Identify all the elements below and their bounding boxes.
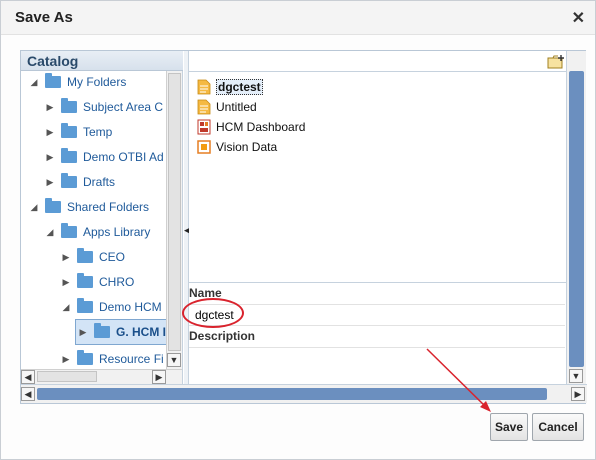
tree-item-label: Shared Folders bbox=[67, 200, 150, 214]
tree-item-temp[interactable]: ▶ Temp bbox=[43, 121, 112, 143]
file-list: dgctest Untitled HCM Dashboard Vision Da… bbox=[189, 71, 566, 283]
tree-item-chro[interactable]: ▶ CHRO bbox=[59, 271, 134, 293]
tree-item-label: Apps Library bbox=[83, 225, 151, 239]
expanded-icon[interactable]: ◢ bbox=[27, 202, 41, 213]
list-item[interactable]: HCM Dashboard bbox=[197, 118, 305, 136]
catalog-pane: Catalog ◢ My Folders ▶ Subject Area C ▶ … bbox=[21, 51, 183, 384]
folder-icon bbox=[61, 123, 77, 138]
tree-item-shared-folders[interactable]: ◢ Shared Folders bbox=[27, 196, 149, 218]
collapsed-icon[interactable]: ▶ bbox=[59, 277, 73, 288]
scroll-up-icon[interactable] bbox=[569, 53, 583, 67]
scroll-left-icon[interactable]: ◀ bbox=[21, 387, 35, 401]
scroll-left-icon[interactable]: ◀ bbox=[21, 370, 35, 384]
dialog-title: Save As bbox=[15, 9, 73, 26]
tree-horizontal-scrollbar[interactable]: ◀ ▶ bbox=[21, 369, 182, 384]
save-as-dialog: Save As ✕ Catalog ◢ My Folders ▶ Subject… bbox=[0, 0, 596, 460]
catalog-tree: ◢ My Folders ▶ Subject Area C ▶ Temp ▶ D… bbox=[21, 71, 166, 369]
tree-item-drafts[interactable]: ▶ Drafts bbox=[43, 171, 115, 193]
scroll-thumb[interactable] bbox=[37, 388, 547, 400]
scroll-down-icon[interactable]: ▼ bbox=[569, 369, 583, 383]
content-horizontal-scrollbar[interactable]: ◀ ▶ bbox=[21, 384, 587, 403]
save-panel: Catalog ◢ My Folders ▶ Subject Area C ▶ … bbox=[20, 50, 587, 404]
folder-icon bbox=[94, 323, 110, 338]
collapsed-icon[interactable]: ▶ bbox=[43, 127, 57, 138]
tree-item-my-folders[interactable]: ◢ My Folders bbox=[27, 71, 126, 93]
tree-item-label: Demo OTBI Ad bbox=[83, 150, 164, 164]
cancel-button[interactable]: Cancel bbox=[532, 413, 584, 441]
list-item[interactable]: Vision Data bbox=[197, 138, 277, 156]
tree-item-ceo[interactable]: ▶ CEO bbox=[59, 246, 125, 268]
tree-item-apps-library[interactable]: ◢ Apps Library bbox=[43, 221, 150, 243]
tree-item-label: CHRO bbox=[99, 275, 135, 289]
collapsed-icon[interactable]: ▶ bbox=[59, 354, 73, 365]
file-name: Vision Data bbox=[216, 140, 278, 154]
scroll-thumb[interactable] bbox=[168, 73, 181, 351]
file-name: HCM Dashboard bbox=[216, 120, 306, 134]
tree-item-demo-otbi[interactable]: ▶ Demo OTBI Ad bbox=[43, 146, 164, 168]
scroll-thumb[interactable] bbox=[569, 71, 584, 367]
tree-item-label: Demo HCM bbox=[99, 300, 162, 314]
tree-item-resource[interactable]: ▶ Resource Fi bbox=[59, 348, 164, 369]
name-field[interactable] bbox=[189, 304, 565, 326]
folder-icon bbox=[77, 273, 93, 288]
dialog-titlebar: Save As ✕ bbox=[1, 1, 595, 35]
tree-item-label: Drafts bbox=[83, 175, 116, 189]
expanded-icon[interactable]: ◢ bbox=[27, 77, 41, 88]
data-model-icon bbox=[197, 140, 211, 154]
scroll-thumb[interactable] bbox=[37, 371, 97, 382]
name-label: Name bbox=[189, 286, 222, 300]
expanded-icon[interactable]: ◢ bbox=[59, 302, 73, 313]
tree-item-label: CEO bbox=[99, 250, 126, 264]
expanded-icon[interactable]: ◢ bbox=[43, 227, 57, 238]
tree-item-label: Subject Area C bbox=[83, 100, 164, 114]
folder-icon bbox=[77, 248, 93, 263]
scroll-right-icon[interactable]: ▶ bbox=[152, 370, 166, 384]
collapsed-icon[interactable]: ▶ bbox=[43, 152, 57, 163]
tree-item-subject-area[interactable]: ▶ Subject Area C bbox=[43, 96, 163, 118]
collapsed-icon[interactable]: ▶ bbox=[43, 177, 57, 188]
tree-item-label: Resource Fi bbox=[99, 352, 164, 366]
list-item[interactable]: dgctest bbox=[197, 78, 263, 96]
tree-item-label: G. HCM I bbox=[116, 325, 166, 339]
content-pane: dgctest Untitled HCM Dashboard Vision Da… bbox=[189, 51, 566, 384]
collapsed-icon[interactable]: ▶ bbox=[43, 102, 57, 113]
save-button[interactable]: Save bbox=[490, 413, 528, 441]
folder-icon bbox=[77, 350, 93, 365]
folder-icon bbox=[61, 173, 77, 188]
collapsed-icon[interactable]: ▶ bbox=[76, 327, 90, 338]
tree-item-label: Temp bbox=[83, 125, 113, 139]
tree-vertical-scrollbar[interactable]: ▼ bbox=[166, 71, 182, 369]
dashboard-icon bbox=[197, 119, 211, 135]
file-name: Untitled bbox=[216, 100, 257, 114]
scroll-down-icon[interactable]: ▼ bbox=[167, 353, 181, 367]
scroll-right-icon[interactable]: ▶ bbox=[571, 387, 585, 401]
document-icon bbox=[197, 79, 211, 95]
new-folder-icon[interactable] bbox=[547, 55, 565, 69]
document-icon bbox=[197, 99, 211, 115]
close-icon[interactable]: ✕ bbox=[572, 8, 585, 28]
content-vertical-scrollbar[interactable]: ▼ bbox=[566, 51, 586, 384]
description-field[interactable] bbox=[189, 347, 565, 383]
folder-icon bbox=[45, 198, 61, 213]
tree-item-label: My Folders bbox=[67, 75, 127, 89]
collapsed-icon[interactable]: ▶ bbox=[59, 252, 73, 263]
folder-icon bbox=[61, 98, 77, 113]
tree-item-g-hcm[interactable]: ▶ G. HCM I bbox=[75, 319, 166, 345]
file-name: dgctest bbox=[216, 79, 263, 95]
description-label: Description bbox=[189, 329, 256, 343]
folder-icon bbox=[45, 73, 61, 88]
tree-item-demo-hcm[interactable]: ◢ Demo HCM bbox=[59, 296, 162, 318]
list-item[interactable]: Untitled bbox=[197, 98, 257, 116]
catalog-header: Catalog bbox=[21, 51, 183, 71]
folder-icon bbox=[61, 223, 77, 238]
folder-icon bbox=[77, 298, 93, 313]
folder-icon bbox=[61, 148, 77, 163]
catalog-title: Catalog bbox=[27, 53, 79, 69]
